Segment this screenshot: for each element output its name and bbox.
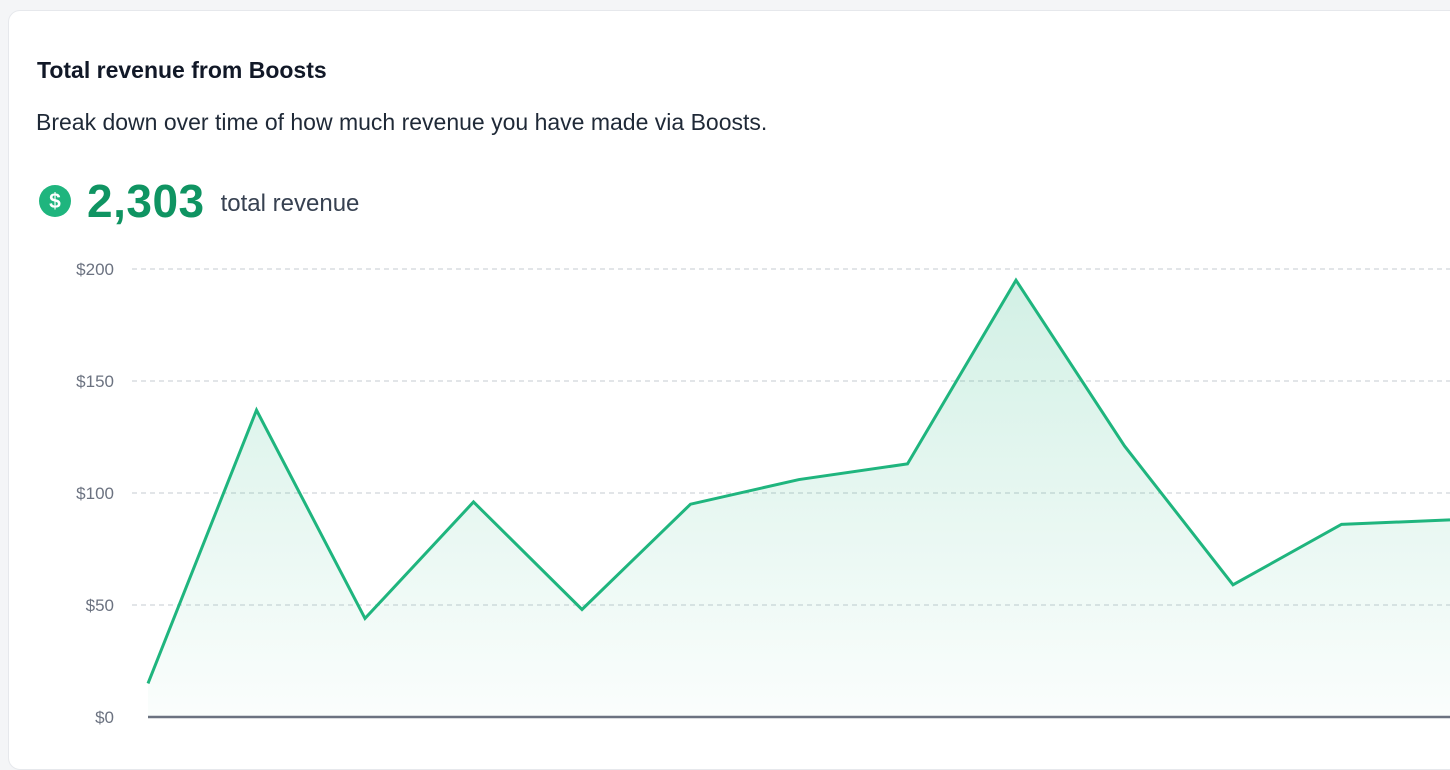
data-point[interactable]	[791, 472, 807, 488]
y-tick-label: $100	[76, 484, 114, 503]
data-point[interactable]	[466, 494, 482, 510]
data-point[interactable]	[1334, 516, 1350, 532]
data-point[interactable]	[1008, 272, 1024, 288]
y-tick-label: $150	[76, 372, 114, 391]
series-area	[148, 280, 1450, 717]
revenue-chart: $0 $50 $100 $150 $200	[76, 260, 1450, 727]
y-tick-label: $50	[86, 596, 114, 615]
data-point[interactable]	[357, 610, 373, 626]
data-point[interactable]	[140, 675, 156, 691]
y-tick-label: $200	[76, 260, 114, 279]
data-point[interactable]	[683, 496, 699, 512]
data-point[interactable]	[249, 402, 265, 418]
y-tick-label: $0	[95, 708, 114, 727]
data-point[interactable]	[1225, 577, 1241, 593]
data-point[interactable]	[1117, 438, 1133, 454]
data-point[interactable]	[574, 601, 590, 617]
data-point[interactable]	[900, 456, 916, 472]
